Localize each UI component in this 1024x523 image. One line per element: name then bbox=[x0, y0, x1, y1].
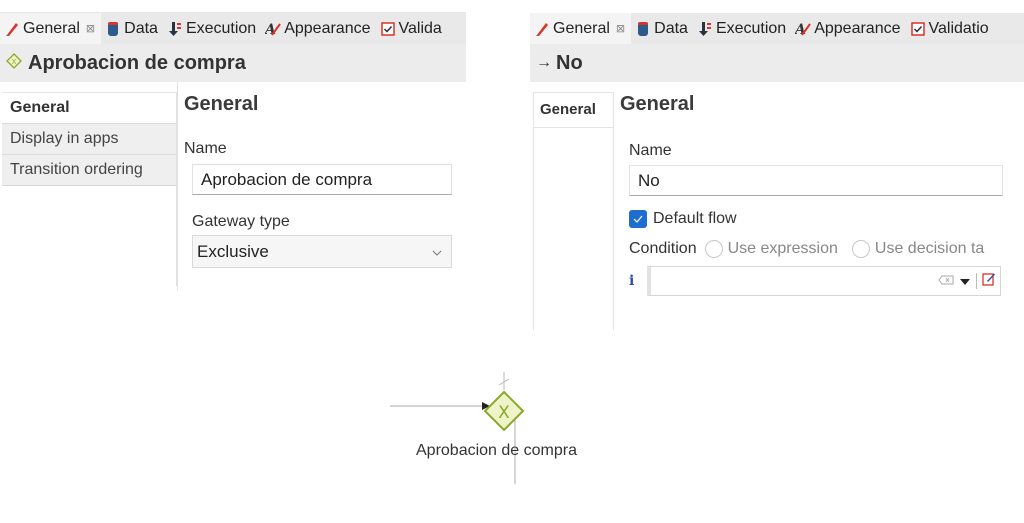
tab-label: Data bbox=[124, 19, 158, 37]
properties-side-nav: General Display in apps Transition order… bbox=[2, 92, 177, 286]
tab-label: Valida bbox=[398, 19, 442, 37]
section-title: General bbox=[620, 93, 695, 115]
use-decision-table-radio[interactable] bbox=[851, 240, 870, 258]
tab-label: General bbox=[553, 19, 610, 37]
tab-label: Execution bbox=[715, 19, 787, 37]
tab-label: Data bbox=[654, 19, 688, 37]
general-section: General Name Aprobacion de compra Gatewa… bbox=[184, 93, 452, 268]
database-icon bbox=[105, 20, 121, 38]
tab-general[interactable]: General ⊠ bbox=[530, 13, 632, 44]
name-input[interactable]: No bbox=[629, 165, 1003, 196]
condition-row: Condition Use expression Use decision ta bbox=[629, 240, 1020, 258]
tab-execution[interactable]: Execution bbox=[693, 13, 791, 44]
element-title: Aprobacion de compra bbox=[28, 51, 246, 74]
name-label: Name bbox=[184, 140, 227, 157]
name-input-value: Aprobacion de compra bbox=[201, 169, 373, 189]
tab-validation[interactable]: Validatio bbox=[906, 13, 994, 44]
element-title-bar: → No bbox=[530, 44, 1024, 82]
tab-execution[interactable]: Execution bbox=[163, 13, 261, 44]
properties-tab-bar: General ⊠ Data Execution A Appearance Va… bbox=[530, 13, 1024, 44]
close-tab-icon[interactable]: ⊠ bbox=[616, 22, 625, 35]
database-icon bbox=[635, 20, 651, 38]
gateway-type-select[interactable]: Exclusive bbox=[192, 235, 452, 268]
close-tab-icon[interactable]: ⊠ bbox=[86, 22, 95, 35]
divider bbox=[177, 82, 178, 290]
name-input-value: No bbox=[638, 170, 660, 190]
nav-item-general[interactable]: General bbox=[534, 92, 613, 128]
properties-panel-sequence-flow: General ⊠ Data Execution A Appearance Va… bbox=[530, 0, 1024, 330]
properties-side-nav: General bbox=[533, 92, 614, 330]
top-strip bbox=[0, 0, 466, 13]
properties-panel-gateway: General ⊠ Data Execution A Appearance Va… bbox=[0, 0, 466, 290]
tab-appearance[interactable]: A Appearance bbox=[261, 13, 375, 44]
execution-icon bbox=[697, 20, 713, 38]
tab-data[interactable]: Data bbox=[101, 13, 163, 44]
gateway-icon: X bbox=[6, 52, 22, 74]
gateway-x-marker-icon: X bbox=[498, 403, 510, 423]
tab-validation[interactable]: Valida bbox=[376, 13, 447, 44]
nav-filler bbox=[2, 186, 176, 286]
default-flow-label: Default flow bbox=[653, 210, 737, 227]
validation-checkbox-icon bbox=[910, 20, 926, 38]
tab-data[interactable]: Data bbox=[631, 13, 693, 44]
general-section: General Name No Default flow Condition U… bbox=[620, 93, 1020, 296]
svg-text:A: A bbox=[795, 22, 806, 37]
properties-tab-bar: General ⊠ Data Execution A Appearance Va… bbox=[0, 13, 466, 44]
nav-item-general[interactable]: General bbox=[2, 92, 176, 123]
tab-appearance[interactable]: A Appearance bbox=[791, 13, 905, 44]
validation-checkbox-icon bbox=[380, 20, 396, 38]
name-label: Name bbox=[629, 142, 672, 159]
use-expression-radio[interactable] bbox=[704, 240, 723, 258]
tab-label: Validatio bbox=[928, 19, 989, 37]
dropdown-arrow-icon[interactable] bbox=[960, 272, 970, 290]
default-flow-checkbox[interactable] bbox=[629, 210, 647, 228]
top-strip bbox=[530, 0, 1024, 12]
expression-row: i bbox=[629, 266, 1020, 296]
gateway-label: Aprobacion de compra bbox=[416, 442, 577, 459]
separator bbox=[976, 273, 977, 289]
bpmn-diagram: X Aprobacion de compra bbox=[370, 350, 630, 500]
appearance-icon: A bbox=[265, 20, 282, 38]
name-input[interactable]: Aprobacion de compra bbox=[192, 164, 452, 195]
gateway-type-value: Exclusive bbox=[197, 241, 269, 261]
appearance-icon: A bbox=[795, 20, 812, 38]
svg-text:X: X bbox=[12, 58, 17, 66]
chevron-down-icon bbox=[431, 242, 443, 262]
tab-label: Appearance bbox=[814, 19, 901, 37]
tab-label: General bbox=[23, 19, 80, 37]
info-icon: i bbox=[629, 273, 635, 289]
edit-expression-icon[interactable] bbox=[982, 272, 996, 291]
condition-label: Condition bbox=[629, 240, 697, 257]
tab-general[interactable]: General ⊠ bbox=[0, 13, 102, 44]
element-title-bar: X Aprobacion de compra bbox=[0, 44, 466, 82]
svg-text:A: A bbox=[265, 22, 276, 37]
section-title: General bbox=[184, 93, 259, 115]
gateway-type-label: Gateway type bbox=[192, 213, 290, 230]
expression-input[interactable] bbox=[647, 266, 1001, 296]
pencil-icon bbox=[4, 20, 20, 38]
nav-item-display-in-apps[interactable]: Display in apps bbox=[2, 123, 176, 154]
pencil-icon bbox=[534, 20, 550, 38]
default-flow-row: Default flow bbox=[629, 210, 1020, 228]
clear-icon[interactable] bbox=[938, 272, 954, 290]
use-decision-table-label: Use decision ta bbox=[874, 240, 985, 257]
element-title: No bbox=[556, 51, 583, 74]
tab-label: Appearance bbox=[284, 19, 371, 37]
use-expression-label: Use expression bbox=[727, 240, 838, 257]
tab-label: Execution bbox=[185, 19, 257, 37]
nav-item-transition-ordering[interactable]: Transition ordering bbox=[2, 154, 176, 186]
execution-icon bbox=[167, 20, 183, 38]
arrow-right-icon: → bbox=[536, 54, 552, 71]
